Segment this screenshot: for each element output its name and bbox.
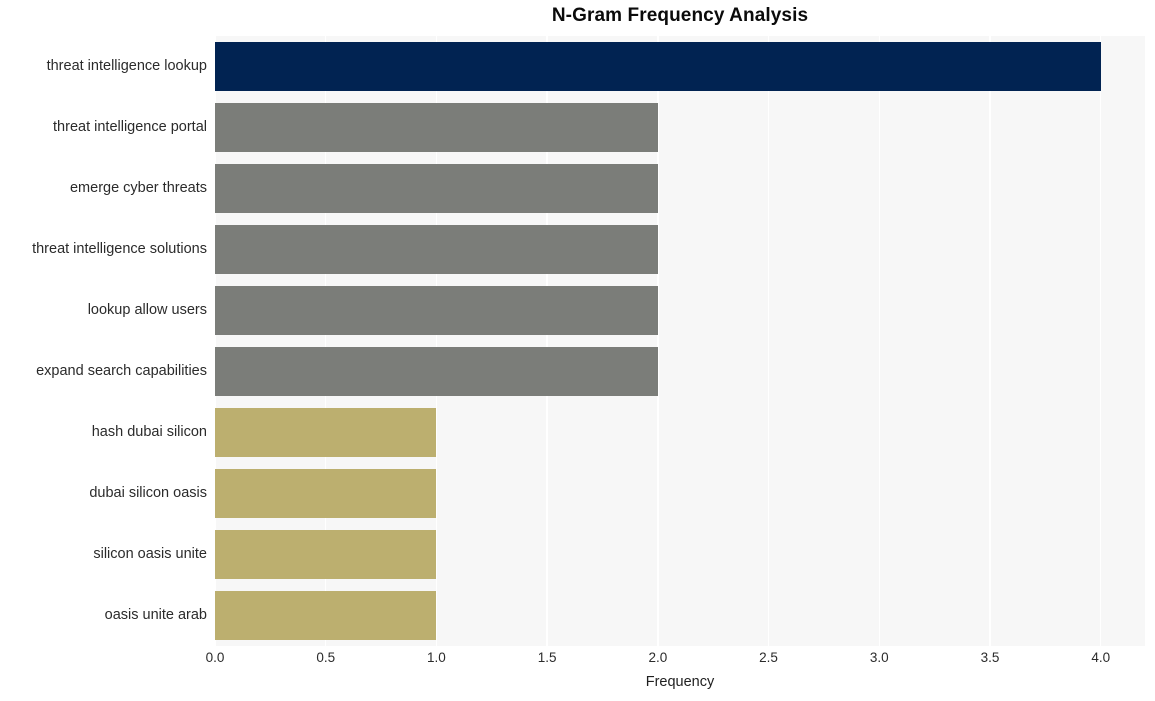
y-axis-tick-label: threat intelligence solutions — [32, 240, 207, 257]
bar — [215, 469, 437, 518]
x-axis-tick-label: 3.5 — [980, 650, 1000, 665]
y-axis-tick-label: threat intelligence portal — [53, 118, 207, 135]
x-axis-tick-label: 2.0 — [648, 650, 668, 665]
x-axis-tick-label: 0.0 — [205, 650, 225, 665]
bar — [215, 42, 1101, 91]
gridline-x-5 — [767, 36, 770, 646]
y-axis-tick-label: lookup allow users — [87, 301, 207, 318]
y-axis-tick-label: emerge cyber threats — [69, 179, 207, 196]
gridline-x-7 — [989, 36, 991, 646]
y-axis-tick-label: expand search capabilities — [36, 362, 207, 379]
plot-area — [215, 36, 1145, 646]
x-axis-tick-label: 1.0 — [427, 650, 446, 665]
chart-figure: N-Gram Frequency Analysis threat intelli… — [0, 0, 1155, 701]
bar — [215, 408, 437, 457]
y-axis-tick-labels: threat intelligence lookup threat intelli… — [0, 36, 207, 646]
bar — [215, 591, 437, 640]
y-axis-tick-label: silicon oasis unite — [93, 545, 207, 562]
x-axis-tick-label: 4.0 — [1091, 650, 1111, 665]
y-axis-tick-label: threat intelligence lookup — [46, 57, 207, 74]
y-axis-tick-label: hash dubai silicon — [91, 423, 207, 440]
gridline-x-8 — [1099, 36, 1102, 646]
y-axis-tick-label: dubai silicon oasis — [89, 484, 207, 501]
x-axis-tick-label: 1.5 — [537, 650, 557, 665]
x-axis-tick-label: 0.5 — [316, 650, 336, 665]
x-axis-tick-labels: 0.0 0.5 1.0 1.5 2.0 2.5 3.0 3.5 4.0 — [206, 650, 1145, 672]
x-axis-tick-label: 3.0 — [869, 650, 889, 665]
bar — [215, 164, 658, 213]
y-axis-tick-label: oasis unite arab — [104, 606, 207, 623]
chart-title: N-Gram Frequency Analysis — [551, 5, 809, 26]
bar — [215, 347, 658, 396]
bar — [215, 530, 437, 579]
bar — [215, 103, 658, 152]
bar — [215, 225, 658, 274]
gridline-x-6 — [878, 36, 881, 646]
x-axis-title: Frequency — [645, 674, 715, 690]
bar — [215, 286, 658, 335]
x-axis-tick-label: 2.5 — [759, 650, 778, 665]
